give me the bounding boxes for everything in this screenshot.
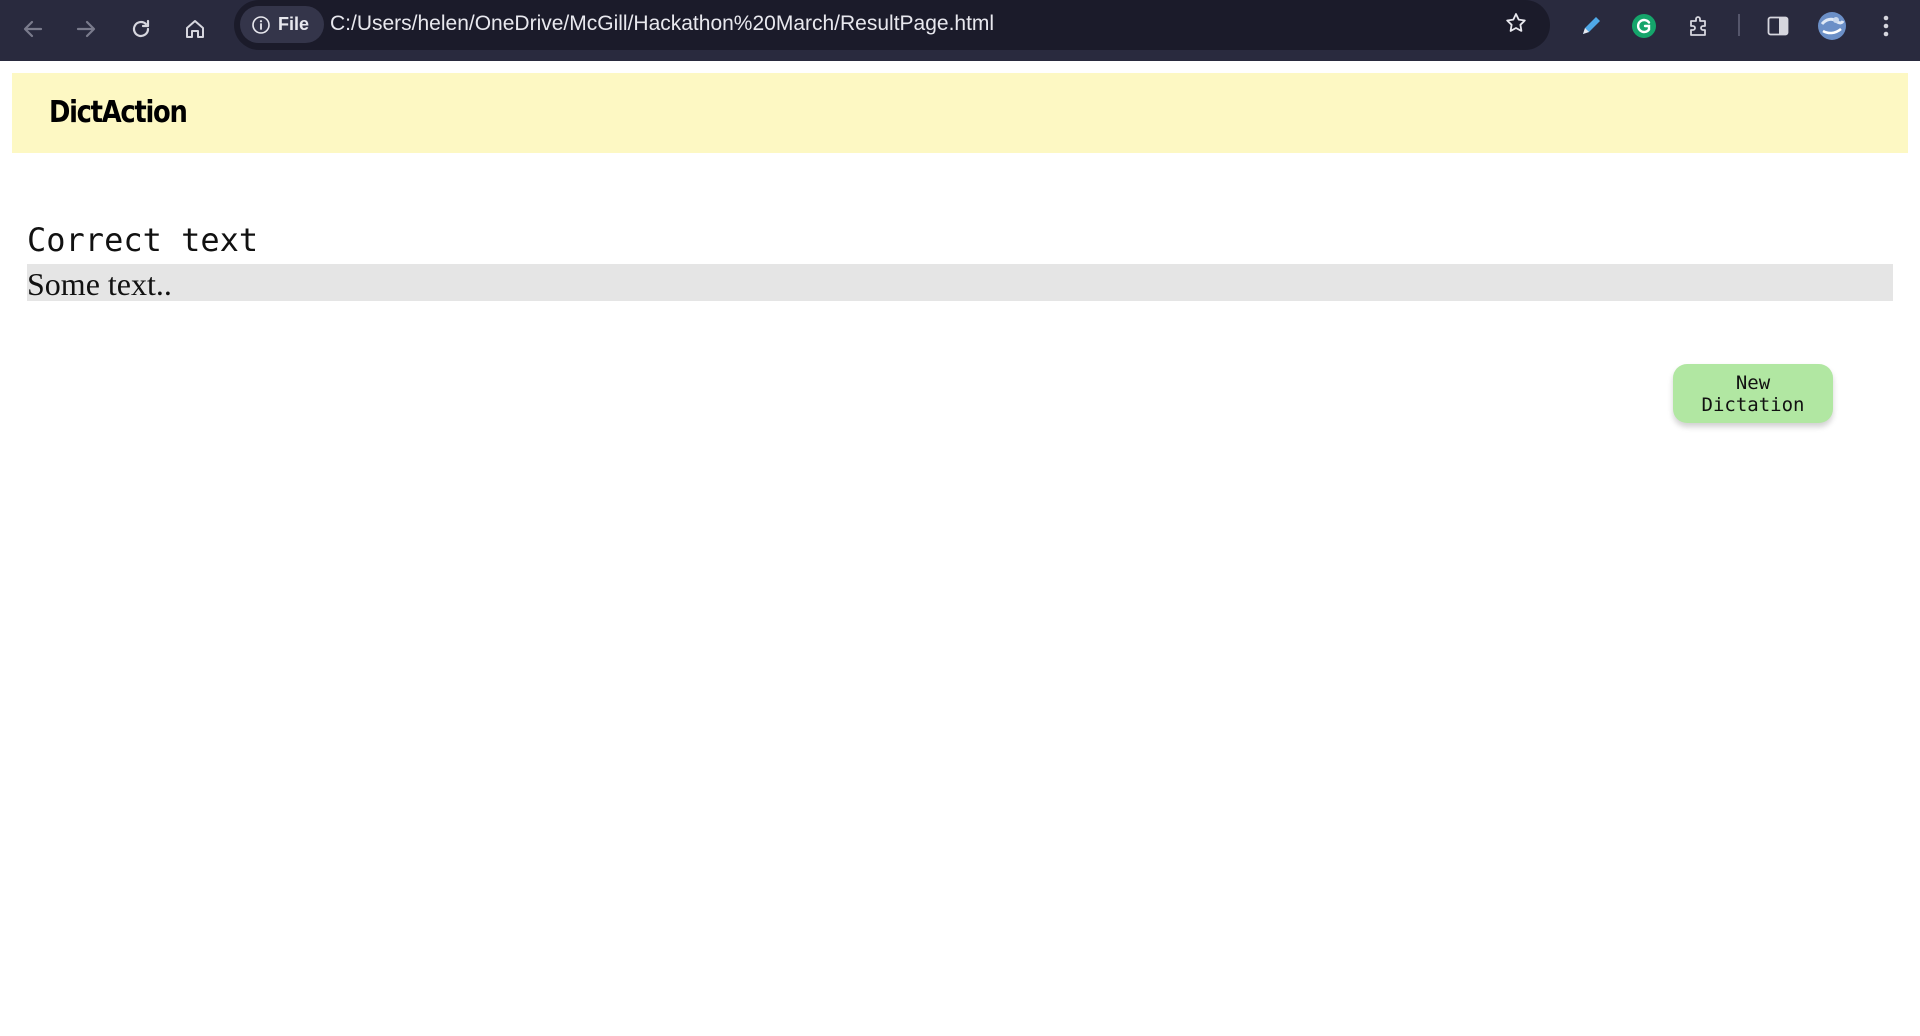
- pen-icon: [1578, 13, 1604, 44]
- grammarly-icon: [1630, 12, 1658, 45]
- new-dictation-button[interactable]: New Dictation: [1673, 364, 1833, 423]
- info-icon: [252, 15, 270, 34]
- star-icon: [1504, 11, 1528, 40]
- bookmark-star-button[interactable]: [1500, 9, 1532, 41]
- home-button[interactable]: [174, 8, 216, 50]
- profile-button[interactable]: [1812, 8, 1852, 48]
- app-header: DictAction: [12, 73, 1908, 153]
- forward-icon: [74, 17, 98, 41]
- page-content: DictAction Correct text Some text.. New …: [0, 61, 1920, 1036]
- correct-text-label: Correct text: [27, 221, 259, 259]
- browser-toolbar: File C:/Users/helen/OneDrive/McGill/Hack…: [0, 0, 1920, 61]
- grammarly-extension-button[interactable]: [1624, 8, 1664, 48]
- site-chip-label: File: [278, 14, 310, 34]
- reload-button[interactable]: [120, 8, 162, 50]
- toolbar-divider: [1738, 14, 1740, 36]
- correct-text-value: Some text..: [27, 266, 172, 302]
- site-info-chip[interactable]: File: [240, 6, 324, 43]
- more-menu-icon: [1882, 13, 1890, 44]
- back-button[interactable]: [12, 8, 54, 50]
- side-panel-button[interactable]: [1758, 8, 1798, 48]
- extensions-icon: [1686, 13, 1712, 44]
- correct-text-box: Some text..: [27, 264, 1893, 302]
- back-icon: [21, 17, 45, 41]
- extensions-button[interactable]: [1679, 8, 1719, 48]
- url-text[interactable]: C:/Users/helen/OneDrive/McGill/Hackathon…: [330, 12, 994, 36]
- pen-extension-button[interactable]: [1571, 8, 1611, 48]
- profile-avatar: [1816, 10, 1848, 47]
- more-menu-button[interactable]: [1866, 8, 1906, 48]
- forward-button[interactable]: [65, 8, 107, 50]
- address-bar[interactable]: File C:/Users/helen/OneDrive/McGill/Hack…: [234, 0, 1550, 50]
- reload-icon: [129, 17, 153, 41]
- brand-logo-text: DictAction: [49, 95, 188, 130]
- side-panel-icon: [1765, 13, 1791, 44]
- home-icon: [183, 17, 207, 41]
